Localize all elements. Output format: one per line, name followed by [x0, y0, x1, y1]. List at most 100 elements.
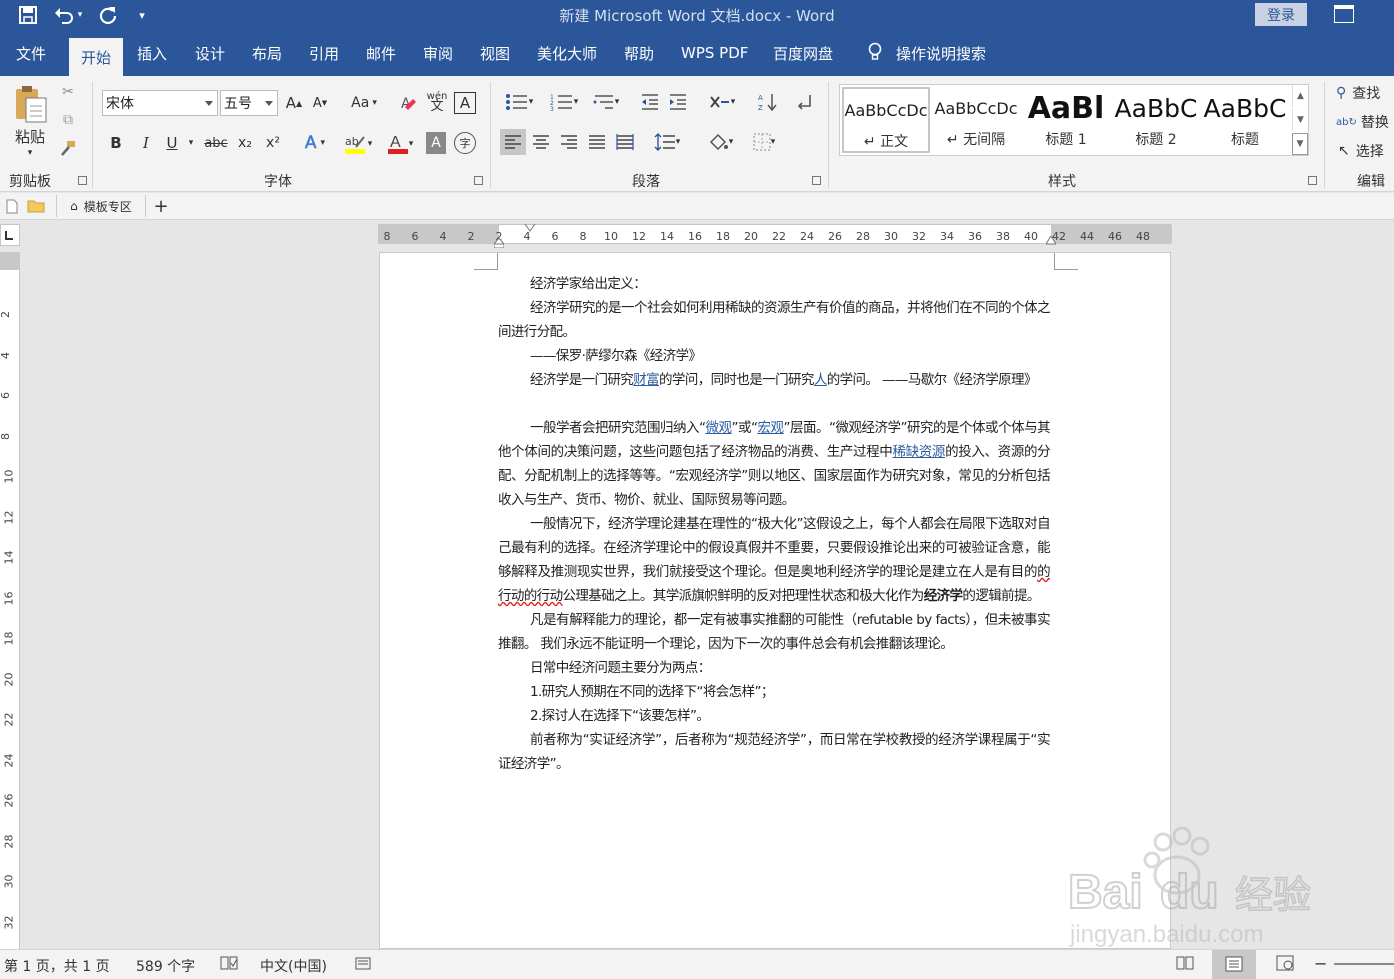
style-title[interactable]: AaBbC 标题: [1202, 87, 1288, 153]
underline-button[interactable]: U: [162, 132, 182, 154]
paragraph-launcher-icon[interactable]: [812, 176, 821, 185]
increase-indent-icon[interactable]: [666, 90, 690, 114]
hyperlink-wealth[interactable]: 财富: [633, 372, 659, 388]
tab-view[interactable]: 视图: [468, 30, 522, 76]
vertical-ruler[interactable]: 2 4 6 8 10 12 14 16 18 20 22 24 26 28 30 32: [0, 252, 20, 949]
tab-review[interactable]: 审阅: [411, 30, 465, 76]
svg-text:A: A: [758, 94, 763, 102]
tab-beautify[interactable]: 美化大师: [525, 30, 609, 76]
tab-layout[interactable]: 布局: [240, 30, 294, 76]
bold-button[interactable]: B: [106, 132, 126, 154]
paste-icon[interactable]: [10, 82, 50, 126]
phonetic-guide-button[interactable]: wén 文: [426, 90, 448, 114]
underline-dropdown-icon[interactable]: ▾: [186, 136, 196, 150]
highlight-color-icon[interactable]: ab ▾: [340, 132, 376, 156]
justify-icon[interactable]: [584, 129, 610, 155]
ribbon-display-options-icon[interactable]: [1334, 5, 1354, 23]
italic-button[interactable]: I: [136, 132, 156, 154]
zoom-out-button[interactable]: −: [1314, 954, 1327, 973]
tab-file[interactable]: 文件: [4, 30, 58, 76]
paste-dropdown-icon[interactable]: ▾: [24, 148, 36, 158]
align-center-icon[interactable]: [528, 129, 554, 155]
font-launcher-icon[interactable]: [474, 176, 483, 185]
sort-icon[interactable]: AZ: [756, 90, 780, 114]
numbering-icon[interactable]: 1 2 3 ▾: [544, 90, 584, 114]
line-spacing-icon[interactable]: ▾: [648, 129, 686, 155]
text-effects-icon[interactable]: A ▾: [298, 132, 332, 154]
first-line-indent-marker[interactable]: [524, 221, 536, 232]
web-layout-icon[interactable]: [1276, 955, 1294, 975]
tab-references[interactable]: 引用: [297, 30, 351, 76]
tab-wps-pdf[interactable]: WPS PDF: [669, 30, 760, 76]
borders-icon[interactable]: ▾: [744, 129, 784, 155]
styles-launcher-icon[interactable]: [1308, 176, 1317, 185]
shrink-font-button[interactable]: A ▼: [310, 92, 330, 114]
hyperlink-person[interactable]: 人: [814, 372, 828, 388]
document-body[interactable]: 经济学家给出定义： 经济学研究的是一个社会如何利用稀缺的资源生产有价值的商品，并…: [498, 272, 1051, 776]
decrease-indent-icon[interactable]: [638, 90, 662, 114]
strikethrough-button[interactable]: abc: [202, 132, 230, 154]
tab-baidu-netdisk[interactable]: 百度网盘: [761, 30, 845, 76]
page-count[interactable]: 第 1 页，共 1 页: [4, 956, 110, 976]
copy-icon[interactable]: ⧉: [58, 110, 78, 130]
template-zone-tab[interactable]: ⌂ 模板专区: [56, 195, 146, 217]
proofing-icon[interactable]: [220, 955, 238, 975]
styles-scroll-down-icon[interactable]: ▼: [1292, 109, 1308, 131]
bullets-icon[interactable]: ▾: [500, 90, 538, 114]
char-shading-button[interactable]: A: [426, 132, 446, 154]
tab-insert[interactable]: 插入: [125, 30, 179, 76]
tab-home[interactable]: 开始: [69, 38, 124, 76]
font-name-combo[interactable]: 宋体: [102, 90, 218, 116]
change-case-button[interactable]: Aa ▾: [346, 92, 382, 114]
style-no-spacing[interactable]: AaBbCcDc ↵ 无间隔: [932, 87, 1020, 153]
new-doc-icon[interactable]: [4, 197, 20, 215]
styles-more-icon[interactable]: ▼: [1292, 133, 1308, 155]
login-button[interactable]: 登录: [1255, 3, 1307, 26]
style-normal[interactable]: AaBbCcDc ↵ 正文: [842, 87, 930, 153]
superscript-button[interactable]: x²: [262, 132, 284, 154]
subscript-button[interactable]: x₂: [234, 132, 256, 154]
show-marks-icon[interactable]: [792, 90, 816, 114]
select-button[interactable]: ↖ 选择: [1338, 140, 1394, 162]
clear-format-icon[interactable]: A: [398, 92, 420, 114]
left-indent-marker[interactable]: [492, 237, 506, 249]
format-painter-icon[interactable]: [58, 138, 78, 158]
style-heading-2[interactable]: AaBbC 标题 2: [1112, 87, 1200, 153]
distribute-icon[interactable]: [612, 129, 638, 155]
macro-record-icon[interactable]: [355, 955, 371, 975]
folder-icon[interactable]: [26, 197, 46, 215]
font-color-icon[interactable]: A ▾: [382, 132, 418, 156]
clipboard-launcher-icon[interactable]: [78, 176, 87, 185]
multilevel-list-icon[interactable]: ▾: [588, 90, 624, 114]
hyperlink-scarce-resources[interactable]: 稀缺资源: [892, 444, 945, 460]
tab-design[interactable]: 设计: [183, 30, 237, 76]
read-mode-icon[interactable]: [1176, 955, 1194, 975]
chinese-layout-icon[interactable]: ▾: [704, 90, 740, 114]
tell-me-search[interactable]: 操作说明搜索: [856, 30, 998, 76]
align-left-icon[interactable]: [500, 129, 526, 155]
zoom-slider[interactable]: [1334, 963, 1394, 965]
tab-mailings[interactable]: 邮件: [354, 30, 408, 76]
paste-button[interactable]: 粘贴: [10, 126, 50, 146]
find-button[interactable]: ⚲ 查找: [1336, 82, 1394, 104]
right-indent-marker[interactable]: [1045, 235, 1057, 245]
hyperlink-macro[interactable]: 宏观: [757, 420, 784, 436]
shading-icon[interactable]: ▾: [700, 129, 740, 155]
tab-stop-selector[interactable]: [0, 224, 20, 246]
cut-icon[interactable]: ✂: [58, 82, 78, 102]
align-right-icon[interactable]: [556, 129, 582, 155]
font-size-combo[interactable]: 五号: [220, 90, 278, 116]
print-layout-icon[interactable]: [1212, 950, 1256, 979]
enclose-char-button[interactable]: 字: [454, 132, 476, 154]
char-border-button[interactable]: A: [454, 92, 476, 114]
language-indicator[interactable]: 中文(中国): [260, 956, 327, 976]
styles-scroll-up-icon[interactable]: ▲: [1292, 85, 1308, 107]
grow-font-button[interactable]: A ▲: [284, 92, 304, 114]
add-tab-button[interactable]: +: [150, 195, 172, 217]
tab-help[interactable]: 帮助: [612, 30, 666, 76]
replace-button[interactable]: ab↻ 替换: [1336, 111, 1394, 133]
horizontal-ruler[interactable]: 8 6 4 2 2 4 6 8 10 12 14 16 18 20 22 24 26 28 30 32 34 36 38 40…: [378, 221, 1172, 249]
style-heading-1[interactable]: AaBl 标题 1: [1022, 87, 1110, 153]
hyperlink-micro[interactable]: 微观: [705, 420, 732, 436]
word-count[interactable]: 589 个字: [136, 956, 195, 976]
